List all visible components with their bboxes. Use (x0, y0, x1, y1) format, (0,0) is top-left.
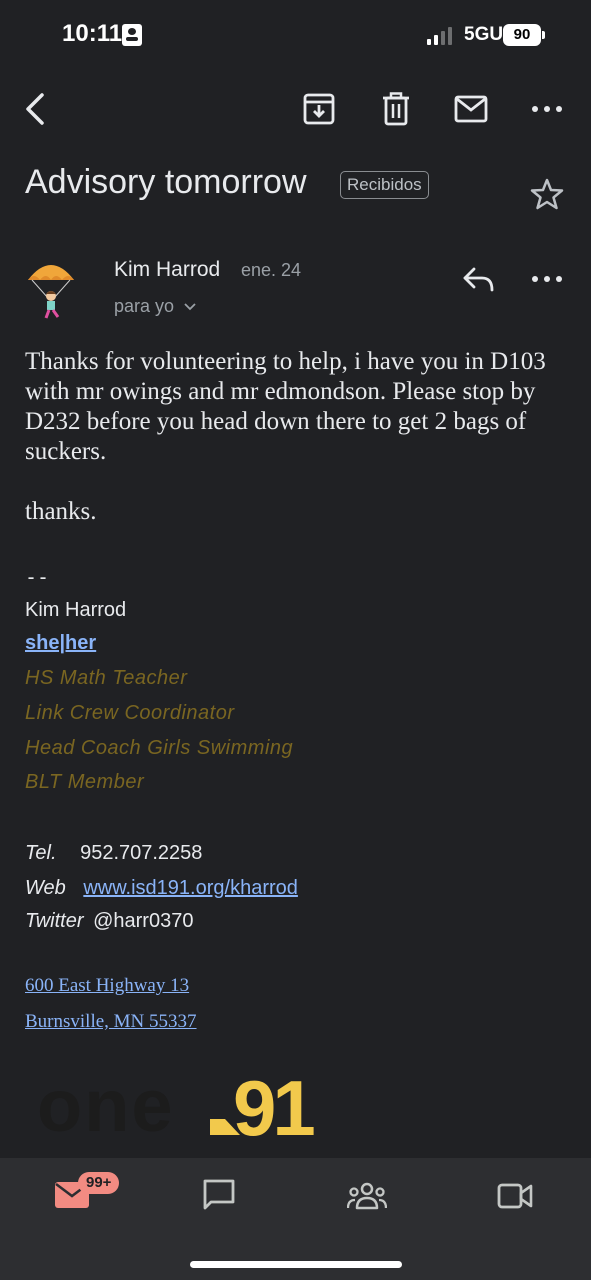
website-link[interactable]: www.isd191.org/kharrod (83, 877, 298, 899)
inbox-label-chip[interactable]: Recibidos (340, 171, 429, 199)
message-more-icon[interactable] (530, 262, 564, 296)
signal-strength-icon (427, 27, 455, 45)
web-row: Web www.isd191.org/kharrod (25, 877, 298, 900)
twitter-handle: @harr0370 (93, 910, 194, 932)
back-arrow-icon[interactable] (20, 92, 54, 126)
signature-title: HS Math Teacher (25, 667, 188, 689)
signature-title: Head Coach Girls Swimming (25, 737, 294, 759)
signature-title: BLT Member (25, 771, 145, 793)
battery-tip (542, 31, 545, 39)
signature-title: Link Crew Coordinator (25, 702, 235, 724)
district-logo: one 91 (37, 1065, 318, 1140)
mail-icon[interactable] (454, 92, 488, 126)
body-paragraph: Thanks for volunteering to help, i have … (25, 348, 546, 465)
svg-text:one: one (37, 1065, 175, 1140)
home-indicator[interactable] (190, 1261, 402, 1268)
battery-level: 90 (503, 24, 541, 46)
pronouns-link[interactable]: she|her (25, 632, 96, 655)
phone-row: Tel. 952.707.2258 (25, 842, 202, 865)
address-line-1[interactable]: 600 East Highway 13 (25, 975, 189, 997)
email-subject: Advisory tomorrow (25, 163, 307, 201)
video-meet-icon[interactable] (497, 1182, 533, 1210)
reply-icon[interactable] (462, 266, 496, 294)
address-line-2[interactable]: Burnsville, MN 55337 (25, 1011, 197, 1033)
trash-icon[interactable] (379, 92, 413, 126)
unread-count-badge: 99+ (78, 1172, 120, 1194)
body-paragraph: thanks. (25, 498, 97, 525)
phone-number[interactable]: 952.707.2258 (80, 842, 202, 864)
sender-avatar[interactable] (24, 258, 78, 322)
signature-separator: -- (25, 565, 50, 589)
archive-icon[interactable] (302, 92, 336, 126)
recipients-toggle[interactable]: para yo (114, 296, 196, 317)
signature-name: Kim Harrod (25, 599, 127, 621)
twitter-label: Twitter (25, 910, 84, 932)
web-label: Web (25, 877, 66, 899)
star-icon[interactable] (530, 177, 564, 211)
sender-name[interactable]: Kim Harrod (114, 258, 220, 282)
email-body: Thanks for volunteering to help, i have … (25, 347, 565, 527)
svg-text:91: 91 (233, 1065, 314, 1140)
id-card-icon (122, 24, 142, 46)
chat-icon[interactable] (202, 1178, 236, 1212)
status-time: 10:11 (62, 20, 123, 47)
spaces-icon[interactable] (347, 1181, 387, 1211)
twitter-row: Twitter @harr0370 (25, 910, 193, 933)
recipients-label: para yo (114, 296, 175, 316)
chevron-down-icon (184, 303, 196, 311)
more-options-icon[interactable] (530, 92, 564, 126)
phone-label: Tel. (25, 842, 57, 864)
email-date: ene. 24 (241, 260, 302, 280)
